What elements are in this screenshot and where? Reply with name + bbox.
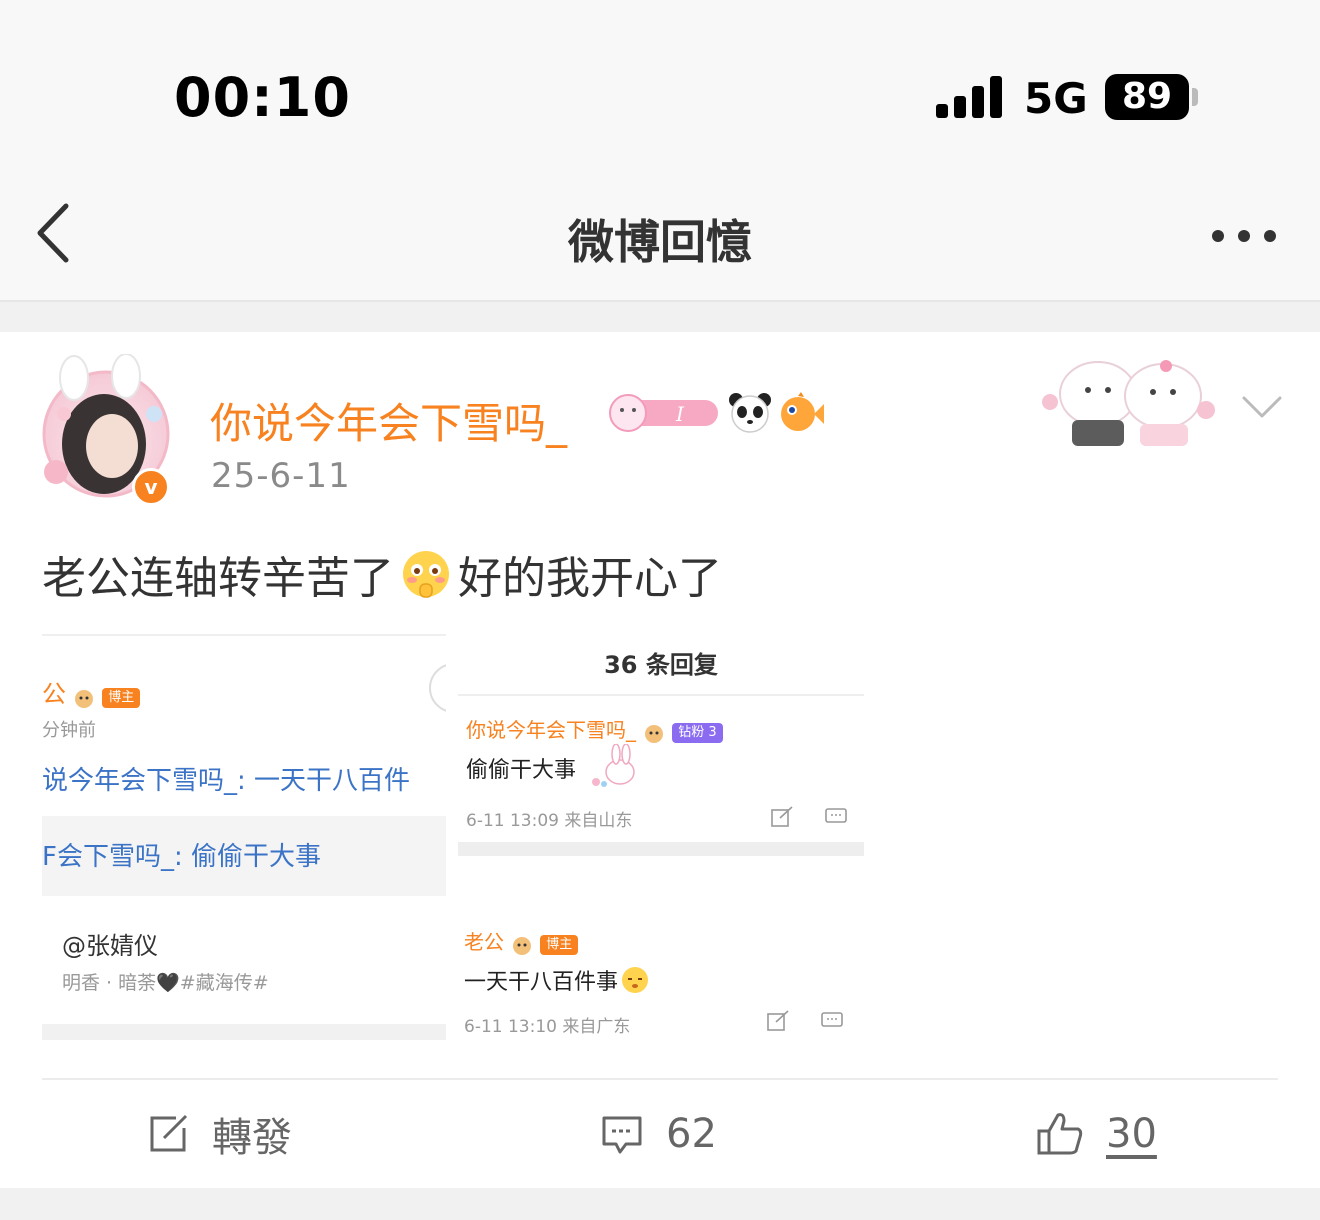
reply-author: 你说今年会下雪吗_ (466, 718, 636, 742)
panda-icon (729, 393, 771, 433)
thumbs-up-icon (1037, 1113, 1083, 1155)
like-count: 30 (1106, 1111, 1157, 1157)
fan-tag: 钻粉 3 (672, 722, 723, 743)
more-options-button[interactable] (1206, 224, 1284, 248)
reply-text: 一天干八百件事 (464, 970, 619, 995)
bear-sticker-icon (1042, 360, 1215, 446)
blogger-tag: 博主 (102, 687, 141, 708)
share-icon[interactable] (766, 1010, 790, 1032)
reply-line-1: 说今年会下雪吗_: 一天干八百件 (42, 766, 411, 796)
mention-name: @张婧仪 (62, 932, 158, 960)
post-card: v 你说今年会下雪吗_ I 25-6-11 老公连轴转辛苦了 好的我开心了 公 … (0, 332, 1320, 1188)
comment-author-fragment: 公 (42, 680, 66, 708)
signal-strength-icon (936, 76, 1004, 118)
action-divider (42, 1078, 1278, 1080)
follow-circle-icon (429, 664, 446, 712)
fan-badge-label: I (675, 402, 685, 426)
hamster-icon (513, 936, 532, 955)
section-gap (0, 302, 1320, 332)
attached-image-right[interactable]: 36 条回复 你说今年会下雪吗_ 钻粉 3 偷偷干大事 6-11 13:09 来… (458, 634, 864, 1040)
comment-time: 分钟前 (42, 720, 96, 741)
reply-count-header: 36 条回复 (458, 634, 864, 696)
blushing-emoji-icon (403, 551, 449, 598)
battery-icon: 89 (1105, 74, 1189, 120)
comment-button[interactable]: 62 (600, 1102, 717, 1166)
image-footer-strip (42, 1024, 446, 1040)
like-button[interactable]: 30 (1036, 1102, 1157, 1166)
reply-meta: 6-11 13:10 来自广东 (464, 1017, 631, 1037)
reply-line-2: F会下雪吗_: 偷偷干大事 (42, 842, 321, 872)
hamster-icon (75, 689, 94, 708)
comment-count: 62 (666, 1111, 717, 1157)
repost-label: 轉發 (212, 1115, 292, 1161)
mention-subtitle: 明香 · 暗荼🖤#藏海传# (62, 972, 269, 994)
network-type: 5G (1024, 74, 1088, 123)
repost-button[interactable]: 轉發 (146, 1102, 292, 1166)
pufferfish-icon (781, 392, 824, 431)
status-bar: 00:10 5G 89 (0, 0, 1320, 170)
page-title: 微博回憶 (568, 215, 752, 269)
reply-meta: 6-11 13:09 来自山东 (466, 811, 633, 831)
post-body: 老公连轴转辛苦了 好的我开心了 (42, 542, 722, 606)
blogger-tag: 博主 (540, 934, 579, 955)
status-time: 00:10 (174, 66, 351, 129)
chevron-down-icon (1242, 396, 1282, 418)
post-text-part-2: 好的我开心了 (458, 553, 722, 604)
verified-badge-icon: v (132, 468, 170, 506)
reply-text: 偷偷干大事 (466, 758, 577, 783)
reply-author: 老公 (464, 930, 504, 954)
quoted-reply-box: F会下雪吗_: 偷偷干大事 (42, 816, 446, 896)
share-icon[interactable] (770, 806, 794, 828)
post-text-part-1: 老公连轴转辛苦了 (42, 553, 394, 604)
section-gap (0, 1188, 1320, 1220)
hamster-icon (645, 724, 664, 743)
author-name[interactable]: 你说今年会下雪吗_ (210, 390, 567, 451)
comment-icon[interactable] (820, 1010, 844, 1032)
bunny-sticker-icon (592, 744, 635, 787)
nav-bar: 微博回憶 (0, 170, 1320, 302)
battery-cap (1192, 88, 1198, 106)
comment-icon[interactable] (824, 806, 848, 828)
comment-icon (602, 1116, 642, 1154)
reply-separator (458, 842, 864, 856)
fan-level-badge-icon: I (609, 394, 718, 432)
post-dropdown-button[interactable] (1240, 392, 1284, 422)
repost-icon (150, 1114, 188, 1152)
sleepy-emoji-icon (622, 967, 649, 993)
attached-image-left[interactable]: 公 博主 分钟前 说今年会下雪吗_: 一天干八百件 F会下雪吗_: 偷偷干大事 … (42, 634, 446, 1040)
post-date: 25-6-11 (211, 456, 351, 496)
